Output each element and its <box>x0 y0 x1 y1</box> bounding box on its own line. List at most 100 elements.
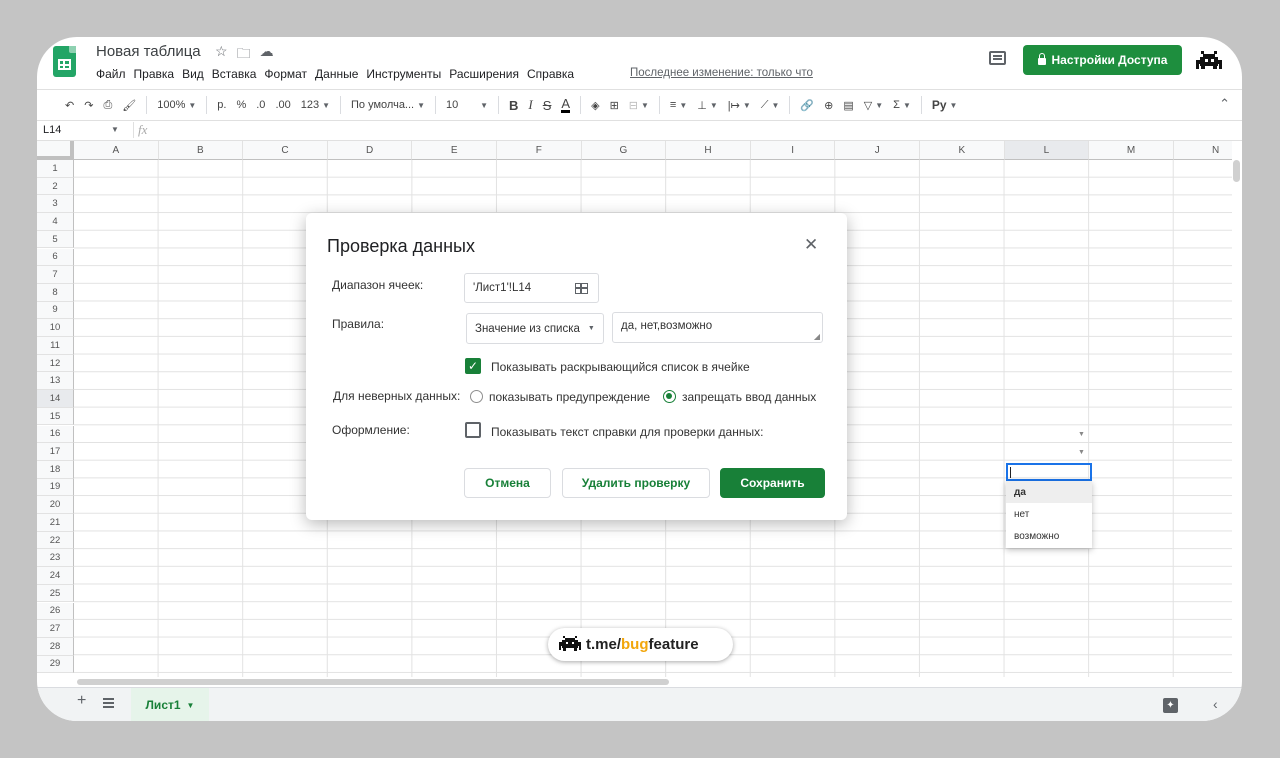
row-header[interactable]: 20 <box>37 496 74 514</box>
row-header[interactable]: 11 <box>37 337 74 355</box>
filter-icon[interactable]: ▽ ▼ <box>864 99 883 112</box>
column-header[interactable]: N <box>1173 141 1232 160</box>
row-header[interactable]: 15 <box>37 407 74 426</box>
row-header[interactable]: 19 <box>37 478 74 497</box>
reject-radio[interactable] <box>663 390 676 403</box>
collapse-menus-icon[interactable]: ⌃ <box>1219 96 1230 112</box>
menu-data[interactable]: Данные <box>315 67 358 81</box>
cancel-button[interactable]: Отмена <box>464 468 551 498</box>
account-avatar-icon[interactable] <box>1196 51 1222 73</box>
number-format-select[interactable]: 123 ▼ <box>301 99 330 111</box>
row-header[interactable]: 17 <box>37 443 74 461</box>
column-header[interactable]: H <box>666 141 751 160</box>
merge-cells-icon[interactable]: ⊟ ▼ <box>629 99 649 112</box>
text-wrap-icon[interactable]: |↦ ▼ <box>728 99 751 112</box>
font-size-select[interactable]: 10 ▼ <box>446 99 488 111</box>
active-cell-editor[interactable] <box>1006 463 1092 481</box>
cell-dropdown-arrow-icon[interactable]: ▼ <box>1078 449 1085 456</box>
dropdown-option[interactable]: да <box>1006 481 1092 503</box>
chevron-down-icon[interactable]: ▼ <box>187 701 195 710</box>
row-header[interactable]: 22 <box>37 531 74 550</box>
help-text-checkbox[interactable] <box>465 422 481 438</box>
warn-option-label[interactable]: показывать предупреждение <box>489 390 650 404</box>
text-rotation-icon[interactable]: ⟋ ▼ <box>761 99 780 112</box>
rule-type-select[interactable]: Значение из списка ▼ <box>466 313 604 344</box>
redo-icon[interactable]: ↷ <box>84 99 93 112</box>
save-button[interactable]: Сохранить <box>720 468 825 498</box>
sheets-logo-icon[interactable] <box>53 46 76 77</box>
row-header[interactable]: 27 <box>37 620 74 638</box>
close-icon[interactable]: ✕ <box>804 235 818 255</box>
menu-edit[interactable]: Правка <box>134 67 175 81</box>
vertical-scrollbar[interactable] <box>1233 160 1240 182</box>
vertical-align-icon[interactable]: ⊥ ▼ <box>697 99 718 112</box>
add-sheet-icon[interactable]: + <box>77 692 86 710</box>
row-header[interactable]: 10 <box>37 319 74 337</box>
menu-tools[interactable]: Инструменты <box>366 67 441 81</box>
column-header[interactable]: C <box>243 141 328 160</box>
percent-format-button[interactable]: % <box>236 99 246 111</box>
borders-icon[interactable]: ⊞ <box>610 99 619 112</box>
currency-format-button[interactable]: р. <box>217 99 226 111</box>
reject-option-label[interactable]: запрещать ввод данных <box>682 390 816 404</box>
row-header[interactable]: 16 <box>37 425 74 444</box>
horizontal-scrollbar[interactable] <box>77 679 669 685</box>
show-dropdown-checkbox[interactable]: ✓ <box>465 358 481 374</box>
functions-button[interactable]: Σ ▼ <box>893 99 911 111</box>
remove-validation-button[interactable]: Удалить проверку <box>562 468 710 498</box>
row-header[interactable]: 23 <box>37 549 74 568</box>
menu-extensions[interactable]: Расширения <box>449 67 519 81</box>
insert-link-icon[interactable]: 🔗 <box>800 99 814 112</box>
row-header[interactable]: 3 <box>37 195 74 214</box>
print-icon[interactable]: ⎙ <box>103 99 112 112</box>
cloud-status-icon[interactable]: ☁ <box>260 43 274 67</box>
explore-icon[interactable]: ✦ <box>1163 698 1178 713</box>
row-header[interactable]: 9 <box>37 301 74 320</box>
rule-values-input[interactable]: да, нет,возможно ◢ <box>612 312 823 343</box>
row-header[interactable]: 6 <box>37 248 74 267</box>
row-header[interactable]: 28 <box>37 637 74 656</box>
horizontal-align-icon[interactable]: ≡ ▼ <box>670 99 687 111</box>
document-title[interactable]: Новая таблица <box>96 43 201 60</box>
select-all-corner[interactable] <box>37 141 74 160</box>
fill-color-icon[interactable]: ◈ <box>591 99 599 112</box>
resize-handle-icon[interactable]: ◢ <box>814 332 820 341</box>
name-box[interactable]: L14 <box>43 124 61 136</box>
row-header[interactable]: 29 <box>37 655 74 674</box>
row-header[interactable]: 4 <box>37 213 74 231</box>
column-header[interactable]: I <box>750 141 836 160</box>
column-header[interactable]: B <box>158 141 244 160</box>
warn-radio[interactable] <box>470 390 483 403</box>
row-header[interactable]: 2 <box>37 177 74 196</box>
comments-icon[interactable] <box>989 51 1006 65</box>
row-header[interactable]: 12 <box>37 354 74 373</box>
row-header[interactable]: 7 <box>37 266 74 284</box>
sheet-tab[interactable]: Лист1 ▼ <box>131 688 209 721</box>
chevron-left-icon[interactable]: ‹ <box>1213 696 1218 712</box>
dropdown-option[interactable]: возможно <box>1006 525 1092 547</box>
menu-insert[interactable]: Вставка <box>212 67 257 81</box>
menu-format[interactable]: Формат <box>264 67 307 81</box>
paint-format-icon[interactable]: 🖌 <box>122 99 136 112</box>
row-header[interactable]: 8 <box>37 283 74 302</box>
column-header[interactable]: D <box>327 141 413 160</box>
row-header[interactable]: 26 <box>37 602 74 621</box>
move-folder-icon[interactable]: 🗀 <box>237 43 251 67</box>
column-header[interactable]: E <box>412 141 497 160</box>
column-header[interactable]: K <box>920 141 1005 160</box>
zoom-select[interactable]: 100% ▼ <box>157 99 196 111</box>
column-header[interactable]: L <box>1004 141 1090 160</box>
menu-help[interactable]: Справка <box>527 67 574 81</box>
range-input[interactable]: 'Лист1'!L14 <box>464 273 599 303</box>
share-button[interactable]: Настройки Доступа <box>1023 45 1182 75</box>
column-header[interactable]: A <box>74 141 159 160</box>
menu-view[interactable]: Вид <box>182 67 204 81</box>
increase-decimal-button[interactable]: .00 <box>275 99 290 111</box>
column-header[interactable]: F <box>497 141 582 160</box>
column-header[interactable]: G <box>581 141 667 160</box>
all-sheets-icon[interactable] <box>103 698 114 708</box>
dropdown-option[interactable]: нет <box>1006 503 1092 525</box>
menu-file[interactable]: Файл <box>96 67 126 81</box>
bold-button[interactable]: B <box>509 98 518 113</box>
row-header[interactable]: 18 <box>37 460 74 479</box>
